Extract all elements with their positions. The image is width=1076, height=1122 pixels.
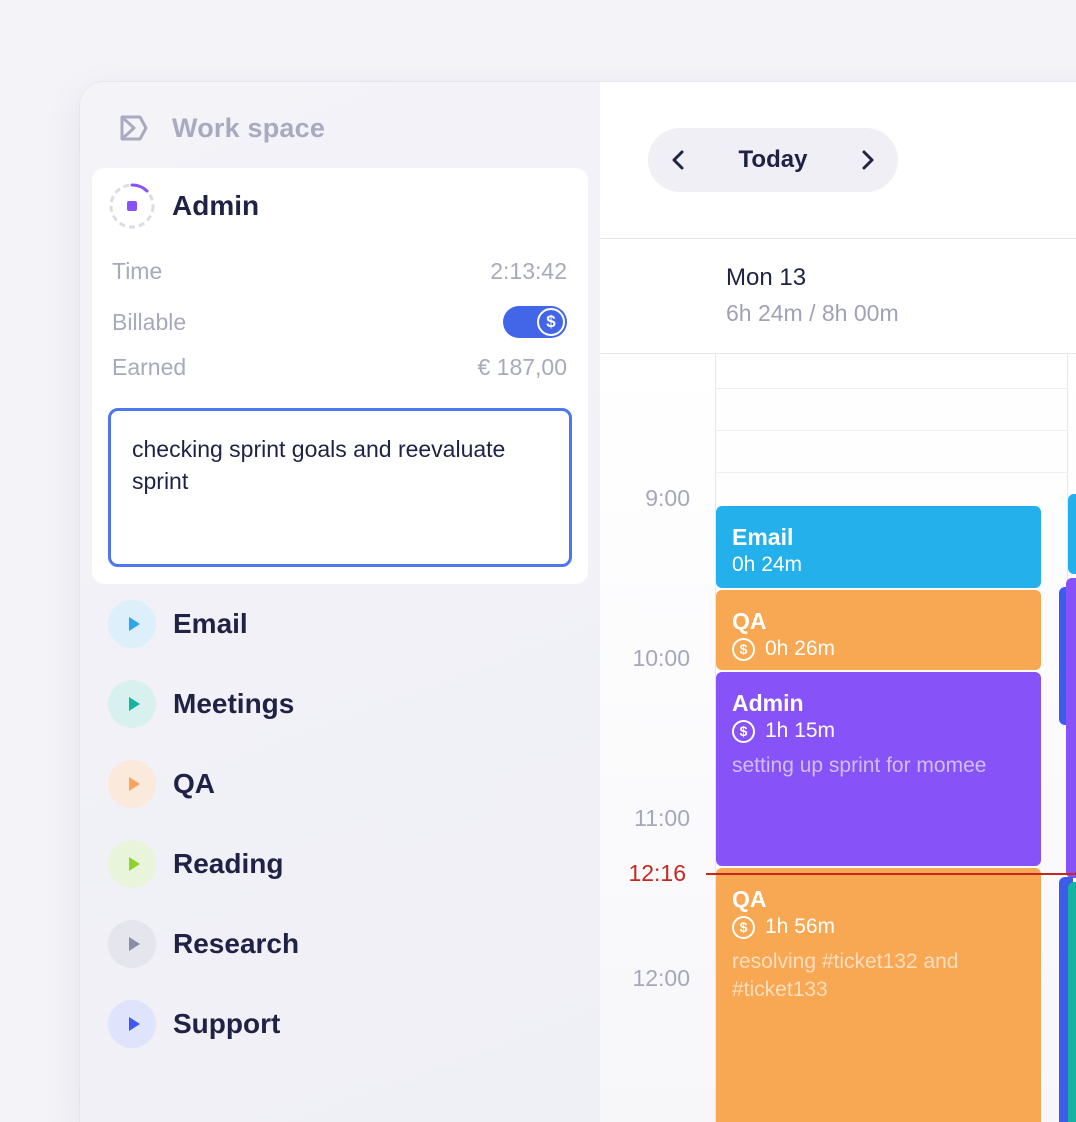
billable-label: Billable [112,308,187,335]
project-item[interactable]: Support [108,1000,280,1048]
event-duration: 1h 15m [765,719,836,742]
timer-running-icon[interactable] [108,182,156,230]
billable-icon: $ [732,637,755,661]
time-row: Time 2:13:42 [112,258,567,285]
play-button[interactable] [108,920,156,968]
current-time-line [706,873,1076,875]
day-name: Mon 13 [726,264,807,291]
date-navigator: Today [648,128,898,192]
workspace-title: Work space [172,112,326,143]
project-item[interactable]: Email [108,600,248,648]
next-day-event-edge [1068,494,1076,574]
play-icon [128,857,140,871]
earned-row: Earned € 187,00 [112,354,567,381]
project-label: QA [173,768,215,799]
calendar-panel: Today Mon 13 6h 24m / 8h 00m 9:00 10:00 11… [600,82,1076,1122]
event-note: setting up sprint for momee [732,754,987,777]
project-label: Email [173,608,248,639]
grid-line [716,472,1068,473]
event-title: Admin [732,690,804,716]
project-label: Research [173,928,300,959]
day-total: 6h 24m / 8h 00m [726,300,899,326]
event-duration-row: $1h 56m [732,914,1025,940]
earned-label: Earned [112,354,187,380]
play-button[interactable] [108,840,156,888]
play-icon [128,937,140,951]
event-duration: 0h 24m [732,553,803,576]
event-duration: 1h 56m [765,915,836,938]
next-day-event-edge [1066,578,1076,878]
play-icon [128,1017,140,1031]
earned-value: € 187,00 [477,354,567,380]
project-label: Support [173,1008,281,1039]
active-project-name: Admin [172,190,260,221]
project-item[interactable]: Meetings [108,680,294,728]
play-icon [128,777,140,791]
hour-label: 12:00 [632,965,690,991]
workspace-header[interactable]: Work space [116,112,325,144]
project-item[interactable]: QA [108,760,215,808]
next-day-button[interactable] [854,146,882,174]
prev-day-button[interactable] [664,146,692,174]
current-time-label: 12:16 [628,860,686,886]
next-day-event-edge [1068,882,1076,1122]
play-icon [128,617,140,631]
event-title: QA [732,886,767,912]
event-duration-row: $0h 26m [732,636,1025,662]
app-window: Work space Admin Time 2:13:42 Billable $… [80,82,1076,1122]
calendar-event[interactable]: QA $1h 56m resolving #ticket132 and #ticke… [716,868,1041,1122]
divider [600,238,1076,239]
calendar-event[interactable]: Admin $1h 15m setting up sprint for momee [716,672,1041,866]
billable-toggle[interactable]: $ [503,306,567,338]
grid-line [716,388,1068,389]
hour-label: 10:00 [632,645,690,671]
play-button[interactable] [108,600,156,648]
chevron-right-icon [862,150,874,170]
billable-icon: $ [732,719,755,743]
event-title: Email [732,524,794,550]
event-note: resolving #ticket132 and #ticket133 [732,950,959,1001]
time-value: 2:13:42 [490,258,567,284]
calendar-event[interactable]: Email 0h 24m [716,506,1041,588]
event-duration: 0h 26m [765,637,836,660]
play-button[interactable] [108,760,156,808]
play-button[interactable] [108,1000,156,1048]
project-item[interactable]: Reading [108,840,283,888]
play-icon [128,697,140,711]
active-timer-header[interactable]: Admin [108,182,259,230]
active-timer-card: Admin Time 2:13:42 Billable $ Earned € 1… [92,168,588,584]
time-label: Time [112,258,163,284]
project-label: Reading [173,848,284,879]
event-title: QA [732,608,767,634]
sidebar: Work space Admin Time 2:13:42 Billable $… [80,82,601,1122]
project-label: Meetings [173,688,295,719]
calendar-event[interactable]: QA $0h 26m [716,590,1041,670]
play-button[interactable] [108,680,156,728]
note-textarea[interactable]: checking sprint goals and reevaluate spr… [108,408,572,567]
chevron-left-icon [672,150,684,170]
billable-row: Billable $ [112,306,567,338]
event-duration-row: 0h 24m [732,552,1025,578]
event-duration-row: $1h 15m [732,718,1025,744]
grid-line [716,430,1068,431]
today-button[interactable]: Today [739,146,808,174]
hour-label: 11:00 [634,805,690,831]
dollar-icon: $ [537,308,565,336]
workspace-logo-icon [120,115,148,141]
project-item[interactable]: Research [108,920,299,968]
billable-icon: $ [732,915,755,939]
hour-label: 9:00 [645,485,690,511]
